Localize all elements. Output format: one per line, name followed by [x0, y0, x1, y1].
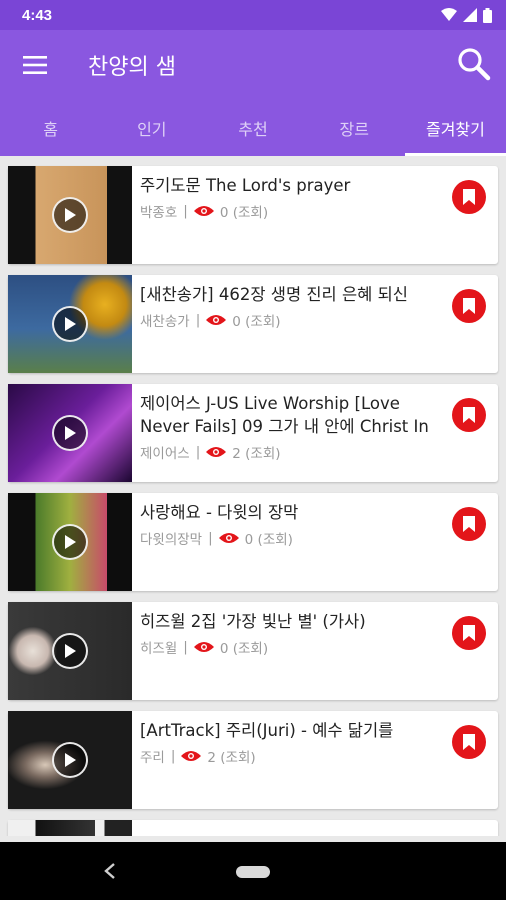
- tab-label: 추천: [238, 120, 268, 139]
- tab-genre[interactable]: 장르: [304, 100, 405, 156]
- video-title: 제이어스 J-US Live Worship [Love Never Fails…: [140, 394, 429, 436]
- video-card-partial[interactable]: [8, 820, 498, 836]
- channel-name: 주리: [140, 750, 165, 766]
- video-card[interactable]: 제이어스 J-US Live Worship [Love Never Fails…: [8, 384, 498, 482]
- tab-popular[interactable]: 인기: [101, 100, 202, 156]
- eye-icon: [193, 642, 214, 652]
- eye-icon: [206, 315, 227, 325]
- channel-name: 히즈윌: [140, 641, 178, 657]
- view-count: 0 (조회): [244, 532, 293, 548]
- separator: |: [208, 530, 213, 546]
- video-card[interactable]: 주기도문 The Lord's prayer 박종호 | 0 (조회): [8, 166, 498, 264]
- video-card[interactable]: [ArtTrack] 주리(Juri) - 예수 닮기를 주리 | 2 (조회): [8, 711, 498, 809]
- view-count: 0 (조회): [219, 641, 269, 657]
- eye-icon: [181, 751, 202, 761]
- bookmark-icon: [463, 625, 475, 641]
- video-title: 사랑해요 - 다윗의 장막: [140, 503, 299, 522]
- tab-label: 홈: [43, 120, 58, 139]
- play-icon: [52, 633, 88, 669]
- video-thumbnail: [8, 166, 132, 264]
- video-title: [ArtTrack] 주리(Juri) - 예수 닮기를: [140, 721, 394, 740]
- app-title: 찬양의 샘: [88, 55, 176, 80]
- tab-recommended[interactable]: 추천: [202, 100, 303, 156]
- signal-icon: [463, 8, 477, 22]
- search-button[interactable]: [454, 44, 494, 84]
- video-list[interactable]: 주기도문 The Lord's prayer 박종호 | 0 (조회) [새찬송…: [0, 156, 506, 836]
- bookmark-button[interactable]: [452, 398, 486, 432]
- menu-button[interactable]: [0, 30, 70, 100]
- separator: |: [195, 312, 201, 328]
- bookmark-icon: [463, 734, 475, 750]
- video-title: 히즈윌 2집 '가장 빛난 별' (가사): [140, 612, 366, 631]
- eye-icon: [206, 447, 227, 457]
- bookmark-icon: [463, 407, 475, 423]
- view-count: 0 (조회): [232, 314, 281, 330]
- play-icon: [52, 197, 88, 233]
- navigation-bar: [0, 842, 506, 900]
- eye-icon: [218, 533, 239, 543]
- play-icon: [52, 742, 88, 778]
- channel-name: 다윗의장막: [140, 532, 203, 548]
- video-title: 주기도문 The Lord's prayer: [140, 176, 351, 195]
- video-thumbnail: [8, 711, 132, 809]
- menu-icon: [23, 56, 47, 74]
- video-thumbnail: [8, 384, 132, 482]
- tab-home[interactable]: 홈: [0, 100, 101, 156]
- channel-name: 새찬송가: [140, 314, 190, 330]
- separator: |: [183, 639, 188, 655]
- app-bar: 찬양의 샘: [0, 30, 506, 100]
- search-icon: [458, 48, 491, 81]
- back-icon[interactable]: [100, 860, 120, 882]
- bookmark-button[interactable]: [452, 180, 486, 214]
- play-icon: [52, 306, 88, 342]
- bookmark-icon: [463, 189, 475, 205]
- tab-bar: 홈 인기 추천 장르 즐겨찾기: [0, 100, 506, 156]
- channel-name: 제이어스: [140, 446, 190, 462]
- play-icon: [52, 524, 88, 560]
- video-card[interactable]: 사랑해요 - 다윗의 장막 다윗의장막 | 0 (조회): [8, 493, 498, 591]
- bookmark-icon: [463, 516, 475, 532]
- bookmark-button[interactable]: [452, 289, 486, 323]
- separator: |: [170, 748, 176, 764]
- view-count: 2 (조회): [232, 446, 281, 462]
- separator: |: [195, 444, 201, 460]
- channel-name: 박종호: [140, 205, 178, 221]
- video-thumbnail: [8, 820, 132, 836]
- tab-label: 인기: [137, 120, 167, 139]
- tab-favorites[interactable]: 즐겨찾기: [404, 100, 506, 156]
- tab-label: 장르: [339, 120, 369, 139]
- video-thumbnail: [8, 602, 132, 700]
- video-card[interactable]: [새찬송가] 462장 생명 진리 은혜 되신 새찬송가 | 0 (조회): [8, 275, 498, 373]
- eye-icon: [193, 206, 214, 216]
- bookmark-icon: [463, 298, 475, 314]
- video-thumbnail: [8, 275, 132, 373]
- wifi-icon: [441, 8, 457, 21]
- home-pill[interactable]: [236, 866, 270, 878]
- bookmark-button[interactable]: [452, 616, 486, 650]
- battery-icon: [483, 7, 492, 23]
- video-thumbnail: [8, 493, 132, 591]
- video-title: [새찬송가] 462장 생명 진리 은혜 되신: [140, 285, 408, 304]
- bookmark-button[interactable]: [452, 725, 486, 759]
- bookmark-button[interactable]: [452, 507, 486, 541]
- video-card[interactable]: 히즈윌 2집 '가장 빛난 별' (가사) 히즈윌 | 0 (조회): [8, 602, 498, 700]
- status-bar: 4:43: [0, 0, 506, 30]
- view-count: 2 (조회): [207, 750, 256, 766]
- separator: |: [183, 203, 188, 219]
- view-count: 0 (조회): [219, 205, 269, 221]
- play-icon: [52, 415, 88, 451]
- status-icons: [441, 7, 492, 23]
- status-time: 4:43: [22, 6, 53, 24]
- tab-label: 즐겨찾기: [425, 120, 485, 139]
